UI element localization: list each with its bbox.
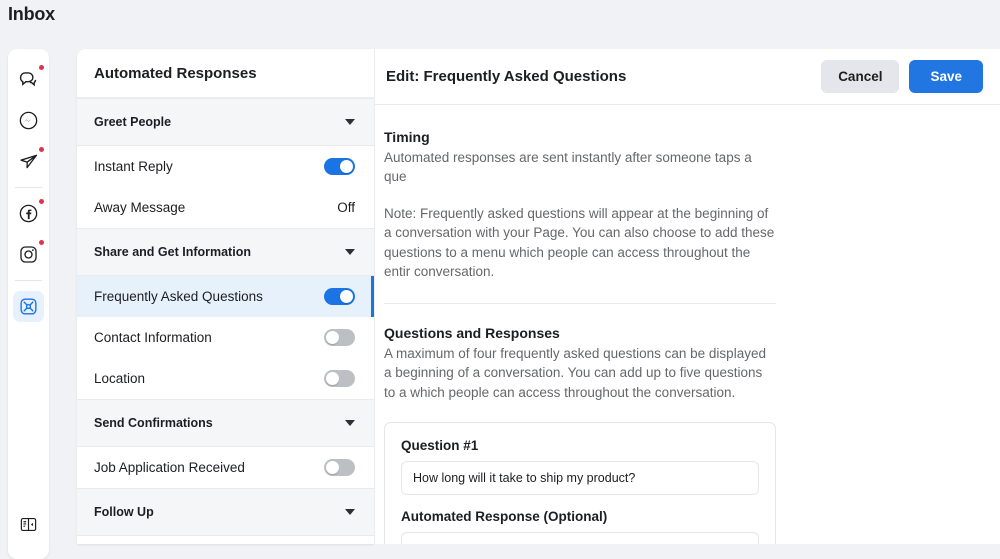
list-panel-title: Automated Responses [77, 49, 374, 98]
away-message-state: Off [337, 200, 355, 215]
chevron-down-icon [345, 509, 355, 515]
notification-badge [39, 240, 44, 245]
toggle-frequently-asked-questions[interactable] [324, 288, 355, 305]
rail-item-messenger[interactable] [8, 100, 49, 141]
rail-divider [15, 187, 42, 188]
notification-badge [39, 65, 44, 70]
group-label: Follow Up [94, 505, 154, 519]
list-item-location[interactable]: Location [77, 358, 374, 399]
rail-divider [15, 280, 42, 281]
notification-badge [39, 147, 44, 152]
rail-item-panel-toggle[interactable] [8, 504, 49, 545]
cancel-button[interactable]: Cancel [821, 60, 899, 93]
timing-title: Timing [384, 129, 776, 145]
rail-item-automation[interactable] [8, 286, 49, 327]
save-button[interactable]: Save [909, 60, 983, 93]
edit-panel-title: Edit: Frequently Asked Questions [386, 68, 626, 85]
list-item-instant-reply[interactable]: Instant Reply [77, 146, 374, 187]
list-item-label: Contact Information [94, 330, 212, 345]
list-item-contact-information[interactable]: Contact Information [77, 317, 374, 358]
rail-item-send[interactable] [8, 141, 49, 182]
timing-text: Automated responses are sent instantly a… [384, 148, 776, 187]
rail-item-chat[interactable] [8, 59, 49, 100]
group-header-follow-up[interactable]: Follow Up [77, 488, 374, 536]
group-header-share-and-get-information[interactable]: Share and Get Information [77, 228, 374, 276]
toggle-knob [340, 290, 353, 303]
list-item-frequently-asked-questions[interactable]: Frequently Asked Questions [77, 276, 374, 317]
notification-badge [39, 199, 44, 204]
group-label: Greet People [94, 115, 171, 129]
spacer [384, 187, 776, 204]
list-item-label: Away Message [94, 200, 185, 215]
automated-response-input[interactable]: Our domestic shipping times are.... [401, 532, 759, 544]
page-title: Inbox [8, 4, 55, 25]
toggle-location[interactable] [324, 370, 355, 387]
questions-text: A maximum of four frequently asked quest… [384, 344, 776, 402]
automated-response-label: Automated Response (Optional) [401, 509, 759, 524]
automated-responses-panel: Automated Responses Greet People Instant… [77, 49, 374, 544]
timing-note: Note: Frequently asked questions will ap… [384, 204, 776, 282]
rail-item-facebook[interactable] [8, 193, 49, 234]
chevron-down-icon [345, 249, 355, 255]
group-header-greet-people[interactable]: Greet People [77, 98, 374, 146]
list-item-label: Instant Reply [94, 159, 173, 174]
list-item-label: Job Application Received [94, 460, 245, 475]
question-card-1: Question #1 How long will it take to shi… [384, 422, 776, 544]
toggle-contact-information[interactable] [324, 329, 355, 346]
group-label: Send Confirmations [94, 416, 213, 430]
chevron-down-icon [345, 119, 355, 125]
messenger-icon [13, 105, 44, 136]
toggle-instant-reply[interactable] [324, 158, 355, 175]
group-header-send-confirmations[interactable]: Send Confirmations [77, 399, 374, 447]
questions-section: Questions and Responses A maximum of fou… [384, 325, 776, 402]
question-input[interactable]: How long will it take to ship my product… [401, 461, 759, 495]
panel-toggle-icon [13, 509, 44, 540]
questions-title: Questions and Responses [384, 325, 776, 341]
section-divider [384, 303, 776, 304]
list-item-job-application-received[interactable]: Job Application Received [77, 447, 374, 488]
toggle-knob [340, 160, 353, 173]
edit-panel-actions: Cancel Save [821, 60, 983, 93]
icon-rail [8, 49, 49, 559]
toggle-job-application-received[interactable] [324, 459, 355, 476]
chevron-down-icon [345, 420, 355, 426]
list-item-away-message[interactable]: Away Message Off [77, 187, 374, 228]
group-label: Share and Get Information [94, 245, 251, 259]
edit-panel-header: Edit: Frequently Asked Questions Cancel … [375, 49, 1000, 105]
question-label: Question #1 [401, 438, 759, 453]
toggle-knob [326, 372, 339, 385]
rail-item-instagram[interactable] [8, 234, 49, 275]
timing-section: Timing Automated responses are sent inst… [384, 129, 776, 282]
edit-panel-body: Timing Automated responses are sent inst… [375, 105, 1000, 544]
toggle-knob [326, 461, 339, 474]
automation-atom-icon [13, 291, 44, 322]
list-item-label: Location [94, 371, 145, 386]
toggle-knob [326, 331, 339, 344]
edit-panel: Edit: Frequently Asked Questions Cancel … [375, 49, 1000, 544]
list-item-label: Frequently Asked Questions [94, 289, 263, 304]
